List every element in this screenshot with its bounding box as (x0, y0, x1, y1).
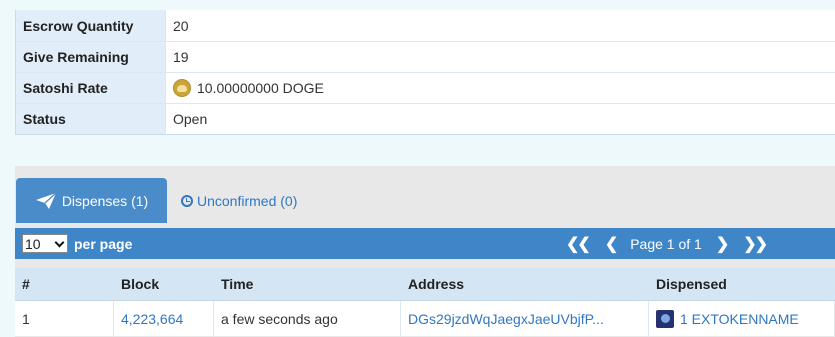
info-label: Give Remaining (16, 42, 166, 72)
column-header-index[interactable]: # (15, 276, 114, 292)
block-link[interactable]: 4,223,664 (114, 301, 214, 336)
page-indicator: Page 1 of 1 (630, 235, 702, 252)
next-page-button[interactable]: ❯ (716, 234, 729, 254)
column-header-dispensed[interactable]: Dispensed (649, 276, 835, 292)
row-time: a few seconds ago (214, 301, 401, 336)
table-row: 1 4,223,664 a few seconds ago DGs29jzdWq… (15, 301, 835, 336)
tab-bar: Dispenses (1) Unconfirmed (0) (15, 166, 311, 223)
table-header: # Block Time Address Dispensed (15, 268, 835, 301)
info-label: Escrow Quantity (16, 10, 166, 41)
info-value: 10.00000000 DOGE (166, 73, 835, 103)
page-size-value: 10 (25, 235, 41, 252)
satoshi-rate-text: 10.00000000 DOGE (197, 80, 324, 96)
last-page-button[interactable]: ❯❯ (743, 234, 768, 254)
column-header-time[interactable]: Time (214, 276, 401, 292)
tab-dispenses[interactable]: Dispenses (1) (16, 178, 167, 223)
tab-unconfirmed-label: Unconfirmed (0) (197, 192, 298, 209)
info-label: Status (16, 104, 166, 134)
doge-coin-icon (173, 79, 191, 97)
row-index: 1 (15, 301, 114, 336)
info-row-give-remaining: Give Remaining 19 (16, 41, 835, 72)
column-header-address[interactable]: Address (401, 276, 649, 292)
dispenses-panel: Dispenses (1) Unconfirmed (0) 10 per pag… (15, 166, 835, 337)
page-size-select[interactable]: 10 (22, 234, 68, 253)
address-link[interactable]: DGs29jzdWqJaegxJaeUVbjfP... (401, 301, 649, 336)
prev-page-button[interactable]: ❮ (605, 234, 618, 254)
token-icon (656, 309, 674, 328)
dispenser-info-table: Escrow Quantity 20 Give Remaining 19 Sat… (15, 10, 835, 135)
info-label: Satoshi Rate (16, 73, 166, 103)
info-value: 20 (166, 10, 835, 41)
pagination: ❮❮ ❮ Page 1 of 1 ❯ ❯❯ (558, 228, 774, 259)
info-value: 19 (166, 42, 835, 72)
per-page-label: per page (74, 235, 133, 252)
tab-unconfirmed[interactable]: Unconfirmed (0) (167, 178, 311, 223)
tab-dispenses-label: Dispenses (1) (61, 192, 149, 209)
info-row-status: Status Open (16, 103, 835, 134)
paper-plane-icon (35, 192, 57, 209)
status-value: Open (166, 104, 835, 134)
dispenses-table: # Block Time Address Dispensed 1 4,223,6… (15, 268, 835, 336)
dispensed-asset-link[interactable]: 1 EXTOKENNAME (680, 311, 799, 327)
clock-icon (181, 194, 193, 207)
dispensed-cell: 1 EXTOKENNAME (649, 301, 835, 336)
info-row-satoshi-rate: Satoshi Rate 10.00000000 DOGE (16, 72, 835, 103)
info-row-escrow-quantity: Escrow Quantity 20 (16, 10, 835, 41)
table-toolbar: 10 per page ❮❮ ❮ Page 1 of 1 ❯ ❯❯ (15, 228, 835, 259)
column-header-block[interactable]: Block (114, 276, 214, 292)
chevron-down-icon (54, 237, 65, 248)
first-page-button[interactable]: ❮❮ (566, 234, 591, 254)
